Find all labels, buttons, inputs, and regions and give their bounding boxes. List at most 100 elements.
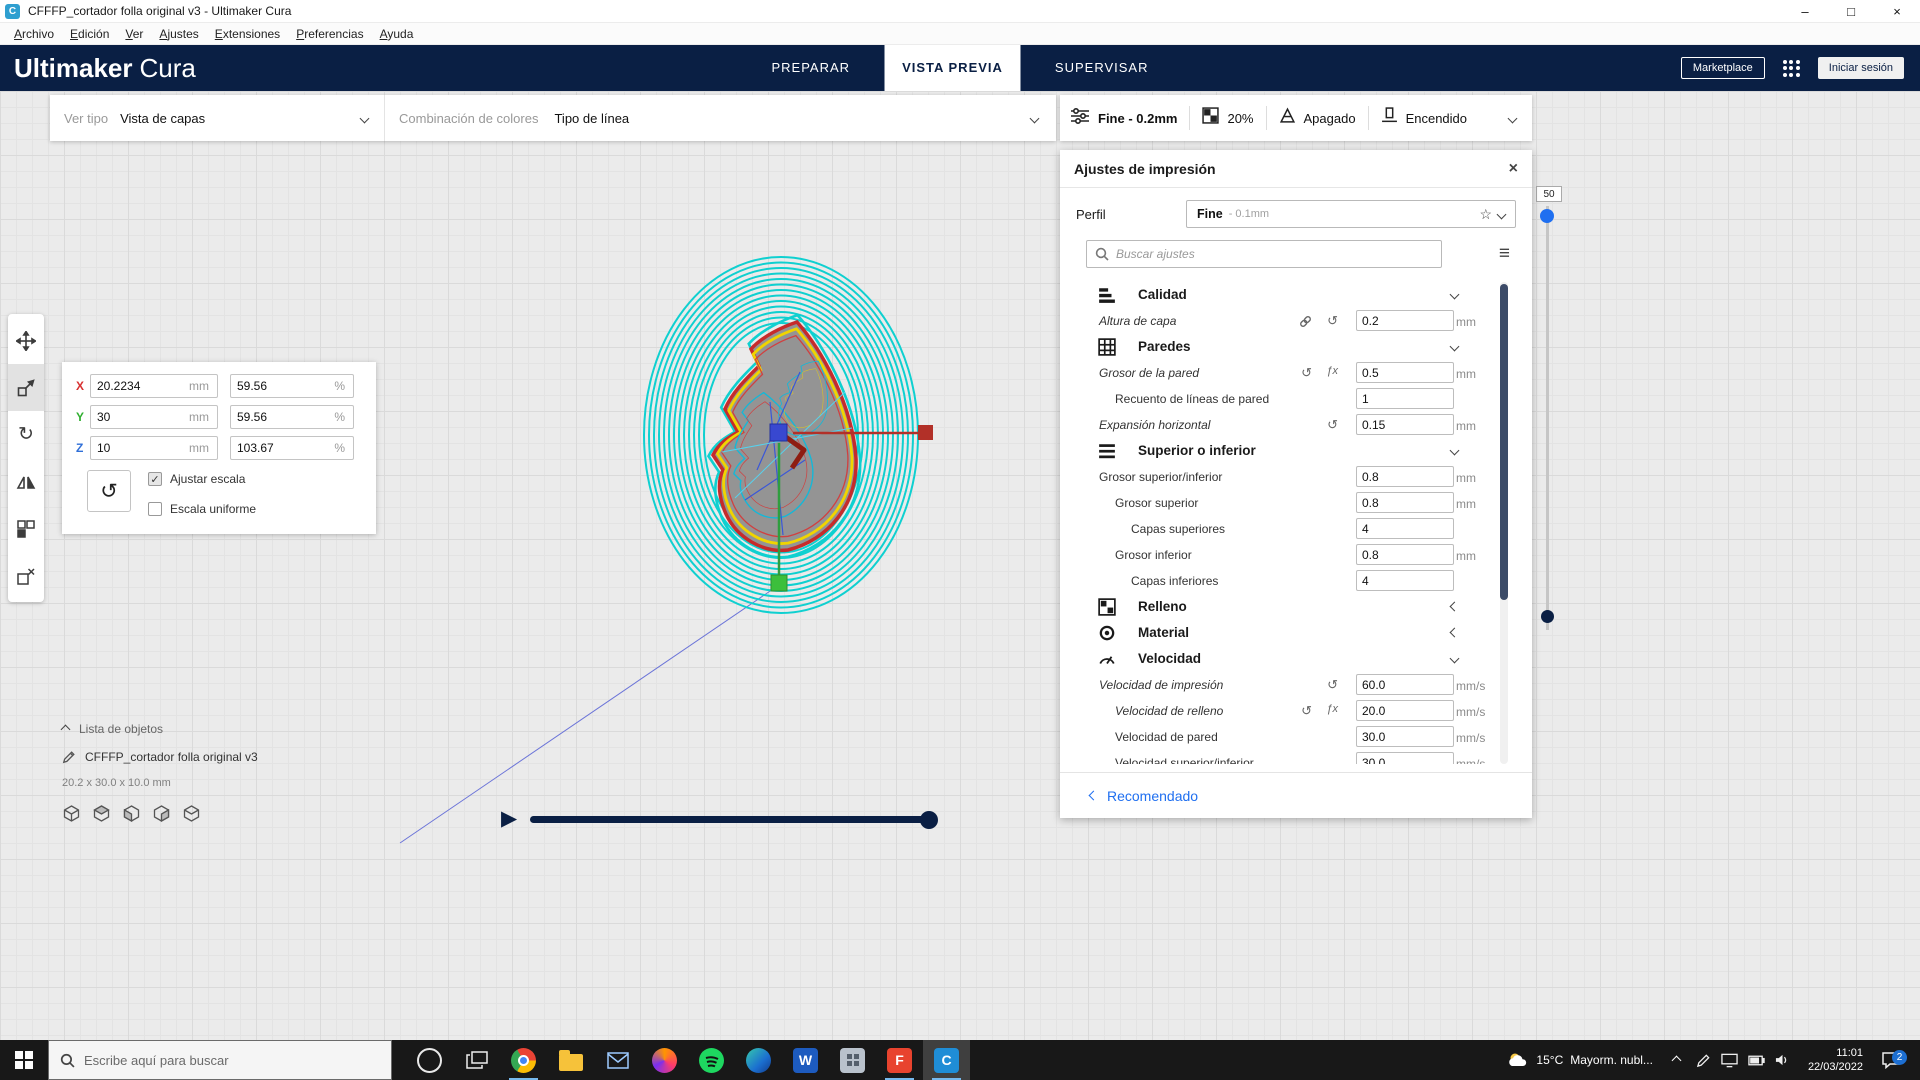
revert-icon[interactable]: ↺	[1327, 677, 1338, 693]
setting-input[interactable]	[1356, 700, 1454, 721]
edge-icon[interactable]	[735, 1040, 782, 1080]
z-percent-field[interactable]: %	[230, 436, 354, 460]
uniform-scale-checkbox[interactable]	[148, 502, 162, 516]
close-icon[interactable]: ×	[1509, 160, 1518, 178]
monitor-icon[interactable]	[1721, 1053, 1738, 1068]
settings-category-material[interactable]: Material	[1060, 620, 1520, 646]
formula-icon[interactable]: ƒx	[1326, 703, 1338, 715]
setting-input[interactable]	[1356, 414, 1454, 435]
move-tool[interactable]	[8, 317, 44, 364]
setting-input[interactable]	[1356, 362, 1454, 383]
mail-icon[interactable]	[594, 1040, 641, 1080]
object-list-toggle[interactable]: Lista de objetos	[62, 722, 163, 736]
z-size-input[interactable]	[91, 441, 189, 455]
menu-edicion[interactable]: Edición	[62, 27, 117, 41]
action-center[interactable]: 2	[1873, 1051, 1915, 1069]
z-percent-input[interactable]	[231, 441, 334, 455]
scale-tool[interactable]	[8, 364, 44, 411]
settings-scrollbar-thumb[interactable]	[1500, 284, 1508, 600]
recommended-link[interactable]: Recomendado	[1107, 788, 1198, 804]
link-icon[interactable]	[1299, 313, 1312, 331]
setting-input[interactable]	[1356, 466, 1454, 487]
pen-icon[interactable]	[1696, 1053, 1711, 1068]
print-settings-summary[interactable]: Fine - 0.2mm 20% Apagado Encendido	[1060, 95, 1532, 141]
settings-category-relleno[interactable]: Relleno	[1060, 594, 1520, 620]
tab-preparar[interactable]: PREPARAR	[754, 45, 869, 91]
revert-icon[interactable]: ↺	[1327, 417, 1338, 433]
battery-icon[interactable]	[1748, 1054, 1765, 1067]
settings-category-superior-inferior[interactable]: Superior o inferior	[1060, 438, 1520, 464]
layer-slider-top-handle[interactable]	[1540, 209, 1554, 223]
view-left-icon[interactable]	[152, 804, 171, 823]
x-size-input[interactable]	[91, 379, 189, 393]
menu-preferencias[interactable]: Preferencias	[288, 27, 371, 41]
speaker-icon[interactable]	[1775, 1053, 1790, 1067]
setting-input[interactable]	[1356, 388, 1454, 409]
task-view-icon[interactable]	[453, 1040, 500, 1080]
layer-slider-track[interactable]	[1546, 206, 1549, 630]
y-percent-input[interactable]	[231, 410, 334, 424]
per-model-settings-tool[interactable]	[8, 505, 44, 552]
color-scheme-dropdown[interactable]: Combinación de colores Tipo de línea	[385, 95, 1056, 141]
settings-search-input[interactable]	[1116, 247, 1433, 261]
setting-input[interactable]	[1356, 752, 1454, 764]
file-explorer-icon[interactable]	[547, 1040, 594, 1080]
y-size-input[interactable]	[91, 410, 189, 424]
setting-input[interactable]	[1356, 570, 1454, 591]
setting-input[interactable]	[1356, 674, 1454, 695]
play-button[interactable]: ▶	[501, 806, 517, 831]
sign-in-button[interactable]: Iniciar sesión	[1818, 57, 1904, 79]
layer-slider-bottom-handle[interactable]	[1541, 610, 1554, 623]
maximize-button[interactable]: □	[1828, 0, 1874, 22]
settings-category-velocidad[interactable]: Velocidad	[1060, 646, 1520, 672]
support-blocker-tool[interactable]	[8, 552, 44, 599]
clock[interactable]: 11:01 22/03/2022	[1798, 1046, 1873, 1075]
spotify-icon[interactable]	[688, 1040, 735, 1080]
snap-scale-option[interactable]: ✓ Ajustar escala	[148, 472, 245, 486]
taskbar-search[interactable]	[48, 1040, 392, 1080]
snap-scale-checkbox[interactable]: ✓	[148, 472, 162, 486]
weather-widget[interactable]: 15°C Mayorm. nubl...	[1495, 1051, 1665, 1069]
y-percent-field[interactable]: %	[230, 405, 354, 429]
star-icon[interactable]: ☆	[1479, 206, 1492, 223]
menu-ayuda[interactable]: Ayuda	[372, 27, 422, 41]
minimize-button[interactable]: –	[1782, 0, 1828, 22]
taskbar-search-input[interactable]	[84, 1053, 380, 1068]
menu-ver[interactable]: Ver	[117, 27, 151, 41]
revert-icon[interactable]: ↺	[1301, 365, 1312, 381]
setting-input[interactable]	[1356, 492, 1454, 513]
menu-extensiones[interactable]: Extensiones	[207, 27, 288, 41]
revert-icon[interactable]: ↺	[1301, 703, 1312, 719]
viewport-buildplate[interactable]	[0, 91, 1920, 1040]
view-type-dropdown[interactable]: Ver tipo Vista de capas	[50, 95, 384, 141]
animation-slider-handle[interactable]	[920, 811, 938, 829]
settings-search-box[interactable]	[1086, 240, 1442, 268]
x-percent-input[interactable]	[231, 379, 334, 393]
sliced-model-preview[interactable]	[380, 240, 960, 870]
profile-dropdown[interactable]: Fine - 0.1mm ☆	[1186, 200, 1516, 228]
tab-supervisar[interactable]: SUPERVISAR	[1037, 45, 1167, 91]
formula-icon[interactable]: ƒx	[1326, 365, 1338, 377]
view-3d-icon[interactable]	[62, 804, 81, 823]
marketplace-button[interactable]: Marketplace	[1681, 57, 1765, 79]
word-icon[interactable]: W	[782, 1040, 829, 1080]
view-front-icon[interactable]	[92, 804, 111, 823]
view-top-icon[interactable]	[122, 804, 141, 823]
app-icon-misc[interactable]	[829, 1040, 876, 1080]
settings-menu-icon[interactable]: ≡	[1499, 243, 1510, 265]
reset-scale-button[interactable]: ↺	[87, 470, 131, 512]
cortana-icon[interactable]	[406, 1040, 453, 1080]
setting-input[interactable]	[1356, 310, 1454, 331]
x-size-field[interactable]: mm	[90, 374, 218, 398]
object-list-item[interactable]: CFFFP_cortador folla original v3	[62, 750, 258, 764]
rotate-tool[interactable]: ↻	[8, 411, 44, 458]
close-button[interactable]: ×	[1874, 0, 1920, 22]
settings-category-paredes[interactable]: Paredes	[1060, 334, 1520, 360]
apps-grid-icon[interactable]	[1783, 60, 1800, 77]
mirror-tool[interactable]	[8, 458, 44, 505]
setting-input[interactable]	[1356, 726, 1454, 747]
browser-icon[interactable]	[641, 1040, 688, 1080]
cura-taskbar-icon[interactable]: C	[923, 1040, 970, 1080]
revert-icon[interactable]: ↺	[1327, 313, 1338, 329]
tab-vista-previa[interactable]: VISTA PREVIA	[884, 45, 1021, 91]
